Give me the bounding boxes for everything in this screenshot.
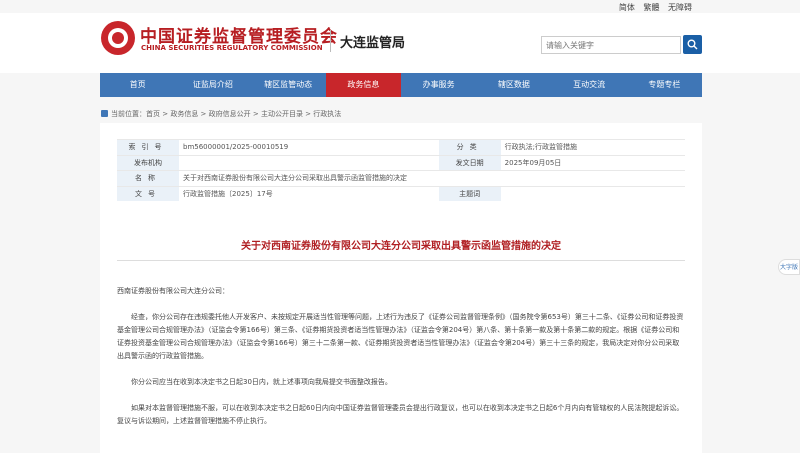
title-divider xyxy=(117,260,685,261)
meta-topic-label: 主题词 xyxy=(438,185,501,201)
meta-issuer-value xyxy=(179,154,439,171)
article-body: 西南证券股份有限公司大连分公司： 经查，你分公司存在违规委托他人开发客户、未按规… xyxy=(117,285,685,441)
meta-category-label: 分类 xyxy=(438,139,501,155)
meta-docno-value: 行政监管措施〔2025〕17号 xyxy=(179,185,439,201)
link-traditional[interactable]: 繁體 xyxy=(643,3,659,12)
body-paragraph-3: 如果对本监督管理措施不服，可以在收到本决定书之日起60日内向中国证券监督管理委员… xyxy=(117,404,684,425)
nav-home[interactable]: 首页 xyxy=(100,73,175,97)
meta-issuer-label: 发布机构 xyxy=(117,154,179,171)
body-paragraph-2: 你分公司应当在收到本决定书之日起30日内，就上述事项向我局提交书面整改报告。 xyxy=(131,378,392,386)
meta-date-value: 2025年09月05日 xyxy=(500,154,685,171)
nav-regional-data[interactable]: 辖区数据 xyxy=(476,73,551,97)
meta-table: 索引号 bm56000001/2025-00010519 分类 行政执法;行政监… xyxy=(117,139,685,201)
header-divider xyxy=(330,30,331,52)
csrc-logo-icon xyxy=(101,21,135,55)
meta-name-value: 关于对西南证券股份有限公司大连分公司采取出具警示函监管措施的决定 xyxy=(179,170,685,186)
nav-bureau-intro[interactable]: 证监局介绍 xyxy=(175,73,250,97)
article-title: 关于对西南证券股份有限公司大连分公司采取出具警示函监管措施的决定 xyxy=(241,241,561,252)
home-icon xyxy=(101,110,108,117)
link-accessibility[interactable]: 无障碍 xyxy=(668,3,692,12)
meta-index-label: 索引号 xyxy=(117,139,179,155)
meta-date-label: 发文日期 xyxy=(438,154,501,171)
large-font-toggle[interactable]: 大字版 xyxy=(778,259,800,275)
nav-special-topics[interactable]: 专题专栏 xyxy=(627,73,702,97)
meta-name-label: 名称 xyxy=(117,170,179,186)
site-header: 中国证券监督管理委员会 CHINA SECURITIES REGULATORY … xyxy=(0,13,800,73)
top-bar: 简体 繁體 无障碍 xyxy=(0,0,800,13)
breadcrumb: 当前位置：首页 > 政务信息 > 政府信息公开 > 主动公开目录 > 行政执法 xyxy=(101,109,341,119)
meta-category-value: 行政执法;行政监管措施 xyxy=(500,139,685,155)
main-nav: 首页 证监局介绍 辖区监管动态 政务信息 办事服务 辖区数据 互动交流 专题专栏 xyxy=(100,73,702,97)
meta-index-value: bm56000001/2025-00010519 xyxy=(179,139,439,155)
meta-topic-value xyxy=(500,185,685,201)
link-simplified[interactable]: 简体 xyxy=(619,3,635,12)
search-input[interactable] xyxy=(541,36,681,54)
org-name-en: CHINA SECURITIES REGULATORY COMMISSION xyxy=(141,44,323,52)
search-button[interactable] xyxy=(683,35,702,54)
bureau-name: 大连监管局 xyxy=(340,36,406,51)
nav-government-info[interactable]: 政务信息 xyxy=(325,73,401,97)
nav-interaction[interactable]: 互动交流 xyxy=(552,73,627,97)
top-links: 简体 繁體 无障碍 xyxy=(613,2,692,13)
meta-docno-label: 文号 xyxy=(117,185,179,201)
breadcrumb-text[interactable]: 当前位置：首页 > 政务信息 > 政府信息公开 > 主动公开目录 > 行政执法 xyxy=(111,110,341,118)
nav-services[interactable]: 办事服务 xyxy=(401,73,476,97)
article-card: 索引号 bm56000001/2025-00010519 分类 行政执法;行政监… xyxy=(100,123,702,453)
nav-regulatory-news[interactable]: 辖区监管动态 xyxy=(251,73,326,97)
addressee: 西南证券股份有限公司大连分公司： xyxy=(117,287,229,295)
search-icon xyxy=(687,39,698,50)
body-paragraph-1: 经查，你分公司存在违规委托他人开发客户、未按规定开展适当性管理等问题，上述行为违… xyxy=(117,313,684,360)
